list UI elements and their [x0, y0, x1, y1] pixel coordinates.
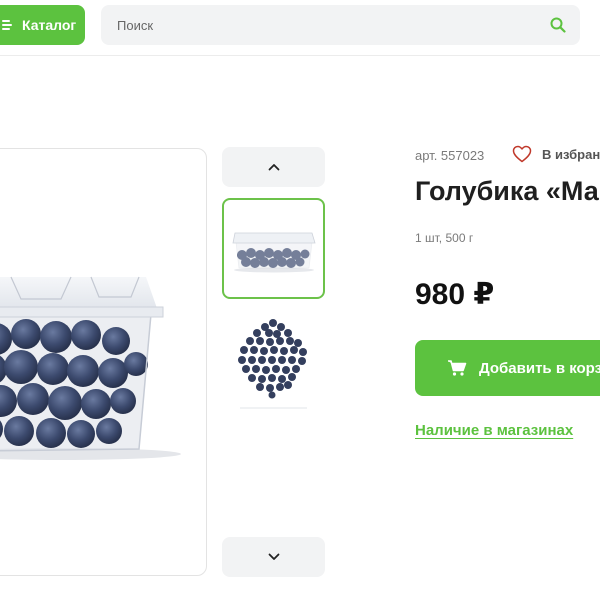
chevron-up-icon	[268, 164, 279, 171]
add-to-cart-button[interactable]: Добавить в корз	[415, 340, 600, 396]
add-to-favorites[interactable]: В избран	[512, 145, 600, 163]
site-header: Каталог	[0, 0, 600, 56]
heart-icon	[512, 145, 532, 163]
loose-blueberries-thumbnail	[238, 319, 307, 409]
gallery-thumbnail-2[interactable]	[222, 305, 325, 411]
search-icon[interactable]	[550, 17, 566, 33]
product-price: 980 ₽	[415, 278, 495, 311]
blueberry-container-thumbnail	[232, 232, 316, 273]
menu-icon	[2, 18, 16, 32]
catalog-button[interactable]: Каталог	[0, 5, 85, 45]
search-bar	[101, 5, 580, 45]
chevron-down-icon	[268, 553, 279, 560]
gallery-thumbnail-1[interactable]	[222, 198, 325, 299]
article-number: арт. 557023	[415, 148, 485, 163]
add-to-cart-label: Добавить в корз	[479, 359, 600, 377]
gallery-up-button[interactable]	[222, 147, 325, 187]
blueberry-container-image	[0, 276, 181, 460]
cart-icon	[448, 360, 467, 376]
pack-info: 1 шт, 500 г	[415, 231, 474, 245]
product-main-image[interactable]	[0, 148, 207, 576]
favorites-label: В избран	[542, 146, 600, 162]
store-availability-link[interactable]: Наличие в магазинах	[415, 422, 573, 439]
product-title: Голубика «Ма	[415, 176, 599, 206]
gallery-down-button[interactable]	[222, 537, 325, 577]
search-input[interactable]	[101, 5, 541, 45]
catalog-label: Каталог	[22, 17, 77, 33]
